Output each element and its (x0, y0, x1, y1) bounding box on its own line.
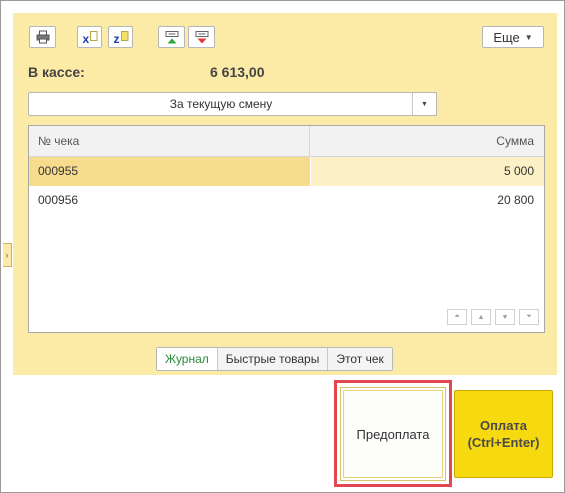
receipts-table[interactable]: № чека Сумма 000955 5 000 000956 20 800 (28, 125, 545, 333)
panel-toggle-chevron-icon[interactable]: › (3, 243, 12, 267)
payment-label: Оплата (479, 418, 528, 433)
tab-bar: Журнал Быстрые товары Этот чек (156, 347, 393, 371)
mxl-export-icon: z (113, 30, 128, 45)
print-button[interactable] (29, 26, 56, 48)
first-icon: ⏶ (454, 313, 460, 320)
receipt-number-cell: 000956 (38, 193, 79, 207)
column-header-amount[interactable]: Сумма (311, 126, 544, 156)
amount-cell: 20 800 (497, 193, 534, 207)
payment-shortcut: (Ctrl+Enter) (467, 435, 540, 450)
more-button[interactable]: Еще ▼ (482, 26, 544, 48)
scroll-down-button[interactable]: ▼ (495, 309, 515, 325)
cash-label: В кассе: (28, 64, 85, 80)
period-select-value: За текущую смену (169, 97, 273, 111)
move-up-button[interactable] (158, 26, 185, 48)
tab-journal[interactable]: Журнал (157, 348, 217, 370)
save-excel-button[interactable]: x (77, 26, 102, 48)
printer-icon (36, 30, 49, 44)
period-select[interactable]: За текущую смену ▼ (28, 92, 437, 116)
prepayment-button[interactable]: Предоплата (340, 387, 446, 481)
journal-panel: x z Еще ▼ В кассе: 6 613,00 За текущую с… (13, 13, 557, 375)
table-header: № чека Сумма (29, 126, 544, 157)
move-down-button[interactable] (188, 26, 215, 48)
more-button-label: Еще (493, 29, 520, 45)
column-header-receipt-number[interactable]: № чека (29, 126, 310, 156)
tab-quick-products[interactable]: Быстрые товары (216, 348, 328, 370)
arrow-down-icon (195, 30, 208, 43)
prepayment-label: Предоплата (356, 426, 430, 442)
save-mxl-button[interactable]: z (108, 26, 133, 48)
amount-cell: 5 000 (311, 157, 544, 186)
receipt-number-cell: 000955 (29, 157, 310, 186)
scroll-up-button[interactable]: ▲ (471, 309, 491, 325)
scroll-to-top-button[interactable]: ⏶ (447, 309, 467, 325)
scroll-to-bottom-button[interactable]: ⏷ (519, 309, 539, 325)
form-window: x z Еще ▼ В кассе: 6 613,00 За текущую с… (0, 0, 565, 493)
arrow-up-icon: ▲ (477, 313, 485, 321)
last-icon: ⏷ (526, 313, 532, 320)
tab-this-receipt[interactable]: Этот чек (327, 348, 392, 370)
table-row[interactable]: 000955 5 000 (29, 157, 544, 186)
arrow-down-icon: ▼ (501, 313, 509, 321)
caret-down-icon: ▼ (524, 32, 533, 42)
svg-text:x: x (82, 32, 89, 45)
excel-export-icon: x (82, 30, 97, 45)
table-row[interactable]: 000956 20 800 (29, 186, 544, 215)
payment-button[interactable]: Оплата (Ctrl+Enter) (454, 390, 553, 478)
svg-text:z: z (113, 32, 119, 45)
dropdown-arrow-icon[interactable]: ▼ (412, 93, 436, 115)
arrow-up-icon (165, 30, 178, 43)
cash-value: 6 613,00 (210, 64, 265, 80)
